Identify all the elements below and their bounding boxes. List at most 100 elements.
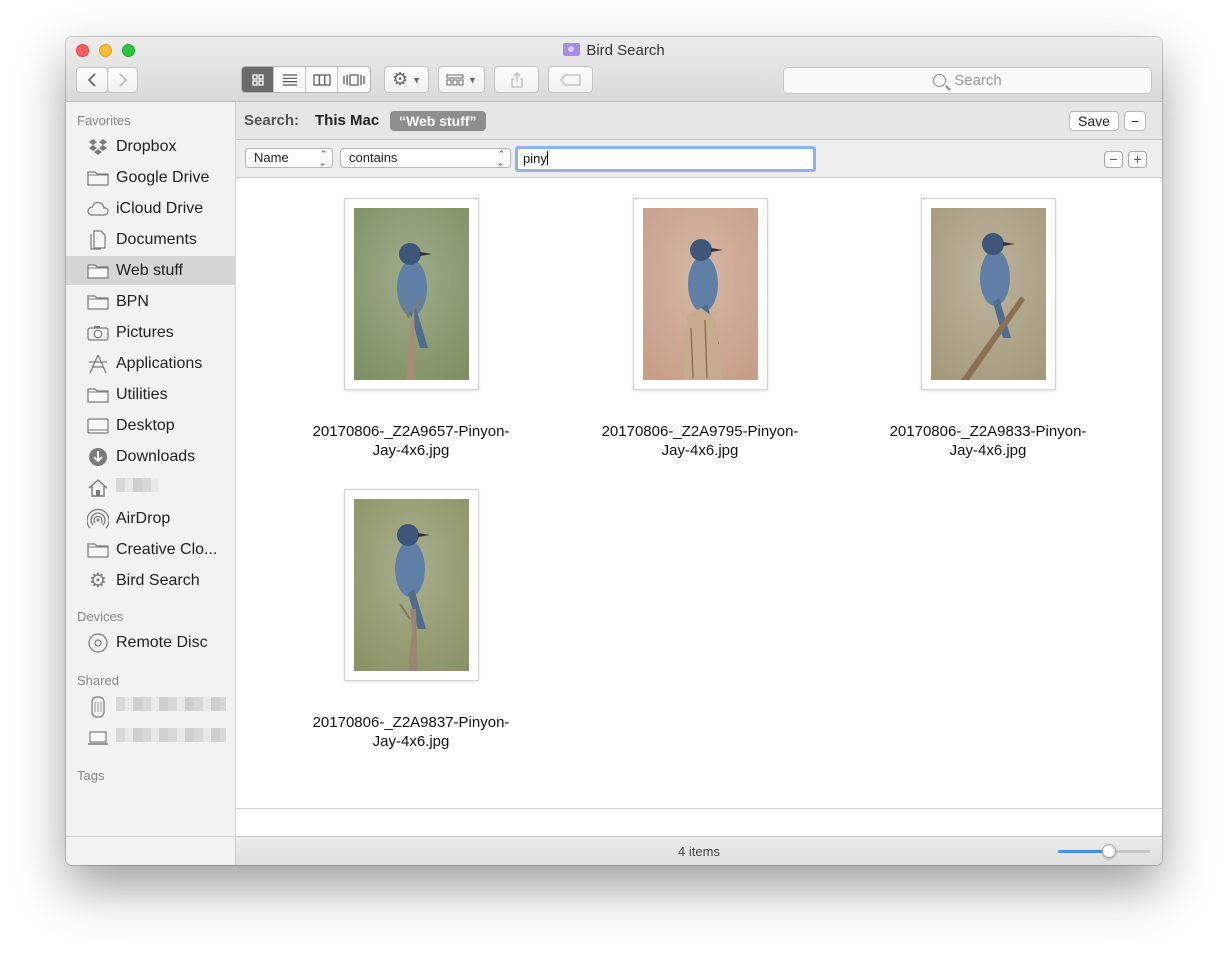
sidebar-item-label: Google Drive xyxy=(116,168,210,186)
remove-criteria-button[interactable]: − xyxy=(1104,151,1123,168)
folder-icon xyxy=(87,262,109,280)
documents-icon xyxy=(87,229,109,250)
file-item[interactable]: 20170806-_Z2A9657-Pinyon- Jay-4x6.jpg xyxy=(296,199,526,460)
save-search-button[interactable]: Save xyxy=(1069,111,1119,131)
sidebar-item-creative-clo[interactable]: Creative Clo... xyxy=(66,535,236,564)
bird-photo-image xyxy=(642,208,758,380)
scope-this-mac[interactable]: This Mac xyxy=(315,112,379,129)
icon-size-slider[interactable] xyxy=(1058,844,1150,858)
criteria-value-text: piny xyxy=(523,151,547,166)
redacted-label xyxy=(116,697,226,716)
file-name-line2: Jay-4x6.jpg xyxy=(661,442,739,459)
forward-button[interactable] xyxy=(107,67,138,93)
search-scope-label: Search: xyxy=(244,112,300,129)
tags-heading: Tags xyxy=(77,768,105,783)
file-item[interactable]: 20170806-_Z2A9837-Pinyon- Jay-4x6.jpg xyxy=(296,490,526,751)
file-thumbnail[interactable] xyxy=(633,199,767,389)
applications-icon xyxy=(87,354,109,373)
sidebar-item-pictures[interactable]: Pictures xyxy=(66,318,236,347)
action-menu-button[interactable]: ⚙ ▼ xyxy=(384,66,429,93)
chevron-down-icon: ▼ xyxy=(468,74,477,85)
operator-select[interactable]: contains ⌃ ⌃ xyxy=(340,148,511,168)
redacted-blur xyxy=(116,478,158,492)
sidebar-item-laptop[interactable] xyxy=(66,723,236,752)
scope-web-stuff[interactable]: “Web stuff” xyxy=(390,111,486,131)
disc-icon xyxy=(87,632,109,653)
arrange-menu-button[interactable]: ▼ xyxy=(438,66,485,93)
updown-arrows-icon: ⌃ ⌃ xyxy=(319,149,327,168)
sidebar-item-airdrop[interactable]: AirDrop xyxy=(66,504,236,533)
folder-icon xyxy=(87,386,109,404)
dropbox-icon xyxy=(87,138,109,156)
remove-scope-button[interactable]: − xyxy=(1124,111,1146,131)
sidebar-item-server[interactable] xyxy=(66,692,236,721)
redacted-blur xyxy=(116,697,226,711)
text-caret xyxy=(546,151,548,165)
sidebar-item-label: Pictures xyxy=(116,323,174,341)
chevron-right-icon xyxy=(118,73,127,87)
file-thumbnail[interactable] xyxy=(921,199,1055,389)
sidebar-item-bpn[interactable]: BPN xyxy=(66,287,236,316)
smart-folder-icon xyxy=(563,43,581,56)
sidebar-item-utilities[interactable]: Utilities xyxy=(66,380,236,409)
file-name[interactable]: 20170806-_Z2A9833-Pinyon- Jay-4x6.jpg xyxy=(873,422,1103,460)
file-name[interactable]: 20170806-_Z2A9657-Pinyon- Jay-4x6.jpg xyxy=(296,422,526,460)
sidebar-item-icloud-drive[interactable]: iCloud Drive xyxy=(66,194,236,223)
finder-window: Bird Search ⚙ ▼ ▼ Search Favorites Devic… xyxy=(66,37,1162,865)
back-button[interactable] xyxy=(76,67,108,93)
shared-heading: Shared xyxy=(77,673,119,688)
file-item[interactable]: 20170806-_Z2A9795-Pinyon- Jay-4x6.jpg xyxy=(585,199,815,460)
list-icon xyxy=(282,73,297,86)
column-view-button[interactable] xyxy=(306,67,338,92)
file-name-line1: 20170806-_Z2A9657-Pinyon- xyxy=(312,423,510,440)
search-icon xyxy=(933,74,947,87)
sidebar-item-documents[interactable]: Documents xyxy=(66,225,236,254)
sidebar-item-label: AirDrop xyxy=(116,509,171,527)
sidebar-item-label: Remote Disc xyxy=(116,633,208,651)
desktop-icon xyxy=(87,417,109,435)
sidebar-item-home[interactable] xyxy=(66,473,236,502)
file-thumbnail[interactable] xyxy=(344,490,478,680)
bird-photo-image xyxy=(353,208,469,380)
sidebar-item-applications[interactable]: Applications xyxy=(66,349,236,378)
favorites-heading: Favorites xyxy=(77,113,131,128)
sidebar-item-web-stuff[interactable]: Web stuff xyxy=(66,256,236,285)
camera-icon xyxy=(87,324,109,342)
slider-knob[interactable] xyxy=(1101,844,1116,858)
sidebar-item-desktop[interactable]: Desktop xyxy=(66,411,236,440)
file-item[interactable]: 20170806-_Z2A9833-Pinyon- Jay-4x6.jpg xyxy=(873,199,1103,460)
redacted-blur xyxy=(116,728,226,742)
sidebar-item-label: Applications xyxy=(116,354,203,372)
file-name-line2: Jay-4x6.jpg xyxy=(372,733,450,750)
search-criteria-row: Name ⌃ ⌃ contains ⌃ ⌃ piny − + xyxy=(236,140,1162,178)
sidebar-item-google-drive[interactable]: Google Drive xyxy=(66,163,236,192)
sidebar-item-label: Bird Search xyxy=(116,571,200,589)
share-button[interactable] xyxy=(494,66,539,93)
tags-button[interactable] xyxy=(548,66,593,93)
status-bar: 4 items xyxy=(236,836,1162,865)
home-icon xyxy=(87,478,109,497)
icon-view-button[interactable] xyxy=(242,67,274,92)
file-name-line1: 20170806-_Z2A9837-Pinyon- xyxy=(312,714,510,731)
sidebar-item-dropbox[interactable]: Dropbox xyxy=(66,132,236,161)
sidebar-item-label: Creative Clo... xyxy=(116,540,218,558)
search-field[interactable]: Search xyxy=(783,67,1152,94)
gallery-view-button[interactable] xyxy=(338,67,370,92)
sidebar-item-label: BPN xyxy=(116,292,149,310)
add-criteria-button[interactable]: + xyxy=(1128,151,1147,168)
file-name[interactable]: 20170806-_Z2A9795-Pinyon- Jay-4x6.jpg xyxy=(585,422,815,460)
file-thumbnail[interactable] xyxy=(344,199,478,389)
file-name-line1: 20170806-_Z2A9795-Pinyon- xyxy=(601,423,799,440)
sidebar-item-label: Dropbox xyxy=(116,137,177,155)
sidebar-item-bird-search[interactable]: ⚙ Bird Search xyxy=(66,566,236,595)
grid-icon xyxy=(251,73,264,86)
sidebar-item-downloads[interactable]: Downloads xyxy=(66,442,236,471)
devices-heading: Devices xyxy=(77,609,124,624)
criteria-value-input[interactable]: piny xyxy=(515,146,816,172)
redacted-label xyxy=(116,728,226,747)
sidebar-item-remote-disc[interactable]: Remote Disc xyxy=(66,628,236,657)
attribute-value: Name xyxy=(254,150,289,165)
list-view-button[interactable] xyxy=(274,67,306,92)
file-name[interactable]: 20170806-_Z2A9837-Pinyon- Jay-4x6.jpg xyxy=(296,713,526,751)
attribute-select[interactable]: Name ⌃ ⌃ xyxy=(245,148,333,168)
